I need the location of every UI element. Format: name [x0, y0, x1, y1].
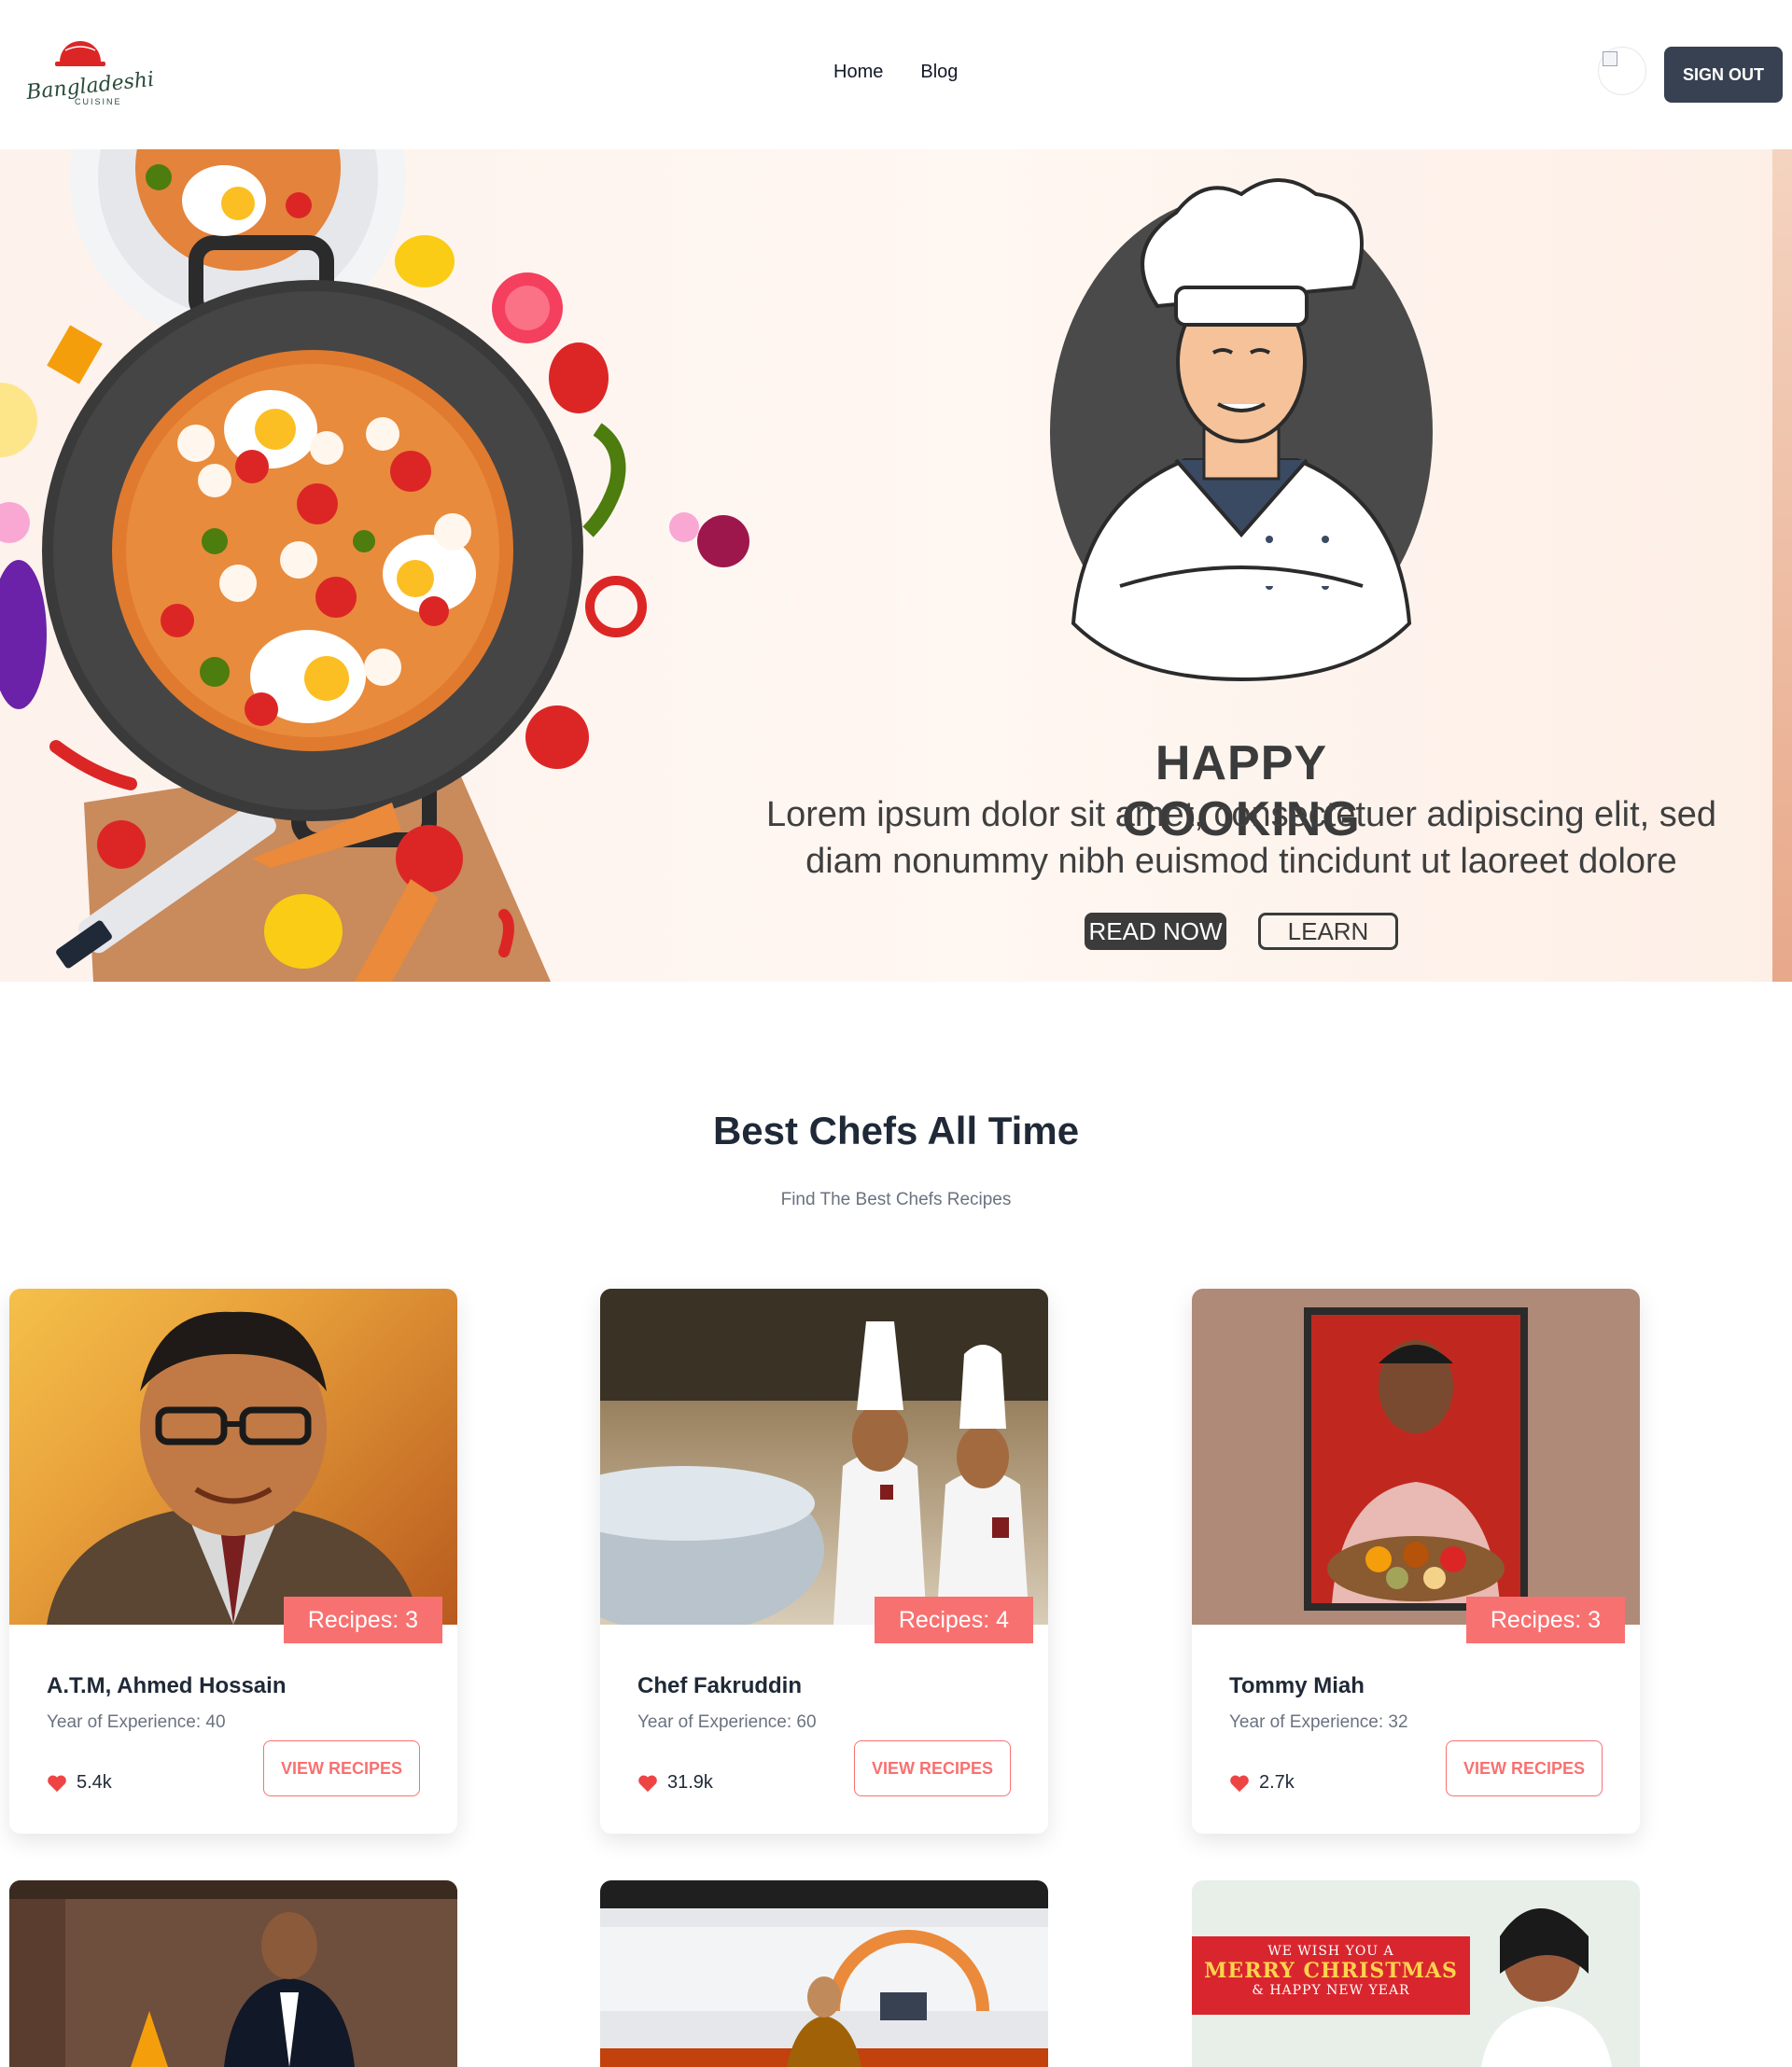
chef-card-partial — [600, 1880, 1048, 2067]
broken-image-icon — [1603, 51, 1617, 66]
chef-photo — [600, 1880, 1048, 2067]
hero-text: Lorem ipsum dolor sit amet, consectetuer… — [765, 795, 1717, 881]
chef-card: Recipes: 4 Chef Fakruddin Year of Experi… — [600, 1289, 1048, 1834]
chef-experience: Year of Experience: 32 — [1229, 1712, 1408, 1732]
section-subtitle: Find The Best Chefs Recipes — [780, 1190, 1012, 1209]
heart-icon — [1230, 1775, 1249, 1792]
heart-icon — [48, 1775, 66, 1792]
likes-count: 31.9k — [637, 1772, 713, 1794]
likes-value: 5.4k — [77, 1772, 112, 1793]
view-recipes-button[interactable]: VIEW RECIPES — [854, 1740, 1011, 1796]
user-avatar[interactable] — [1598, 47, 1646, 95]
promo-photo — [1481, 1908, 1612, 2067]
chef-photo — [9, 1289, 457, 1625]
view-recipes-button[interactable]: VIEW RECIPES — [1446, 1740, 1603, 1796]
hero-banner: HAPPY COOKING Lorem ipsum dolor sit amet… — [0, 149, 1792, 982]
chef-card: Recipes: 3 Tommy Miah Year of Experience… — [1192, 1289, 1640, 1834]
likes-count: 2.7k — [1229, 1772, 1295, 1794]
recipes-count-badge: Recipes: 4 — [874, 1597, 1033, 1643]
cooking-illustration — [0, 149, 749, 982]
likes-value: 2.7k — [1259, 1772, 1295, 1793]
learn-button[interactable]: LEARN — [1258, 913, 1398, 950]
chef-card: Recipes: 3 A.T.M, Ahmed Hossain Year of … — [9, 1289, 457, 1834]
view-recipes-button[interactable]: VIEW RECIPES — [263, 1740, 420, 1796]
chef-experience: Year of Experience: 40 — [47, 1712, 226, 1732]
logo-subtitle: CUISINE — [75, 97, 122, 106]
chef-photo — [600, 1289, 1048, 1625]
site-logo[interactable]: Bangladeshi CUISINE — [24, 37, 155, 112]
chef-name: A.T.M, Ahmed Hossain — [47, 1673, 287, 1698]
chef-name: Tommy Miah — [1229, 1673, 1365, 1698]
chef-experience: Year of Experience: 60 — [637, 1712, 817, 1732]
likes-value: 31.9k — [667, 1772, 713, 1793]
chef-photo — [1192, 1289, 1640, 1625]
sign-out-button[interactable]: SIGN OUT — [1664, 47, 1783, 103]
chef-card-partial — [9, 1880, 457, 2067]
nav-links: Home Blog — [833, 62, 958, 83]
recipes-count-badge: Recipes: 3 — [283, 1597, 442, 1643]
carousel-next-slide-edge — [1772, 149, 1792, 982]
section-title: Best Chefs All Time — [712, 1109, 1080, 1152]
heart-icon — [638, 1775, 657, 1792]
chef-illustration — [1050, 178, 1433, 682]
navbar: Bangladeshi CUISINE Home Blog SIGN OUT — [0, 0, 1792, 149]
promo-card-partial: WE WISH YOU A MERRY CHRISTMAS & HAPPY NE… — [1192, 1880, 1640, 2067]
recipes-count-badge: Recipes: 3 — [1465, 1597, 1625, 1643]
read-now-button[interactable]: READ NOW — [1085, 913, 1226, 950]
nav-home-link[interactable]: Home — [833, 62, 883, 83]
chef-photo — [9, 1880, 457, 2067]
nav-blog-link[interactable]: Blog — [920, 62, 958, 83]
chef-name: Chef Fakruddin — [637, 1673, 803, 1698]
likes-count: 5.4k — [47, 1772, 112, 1794]
